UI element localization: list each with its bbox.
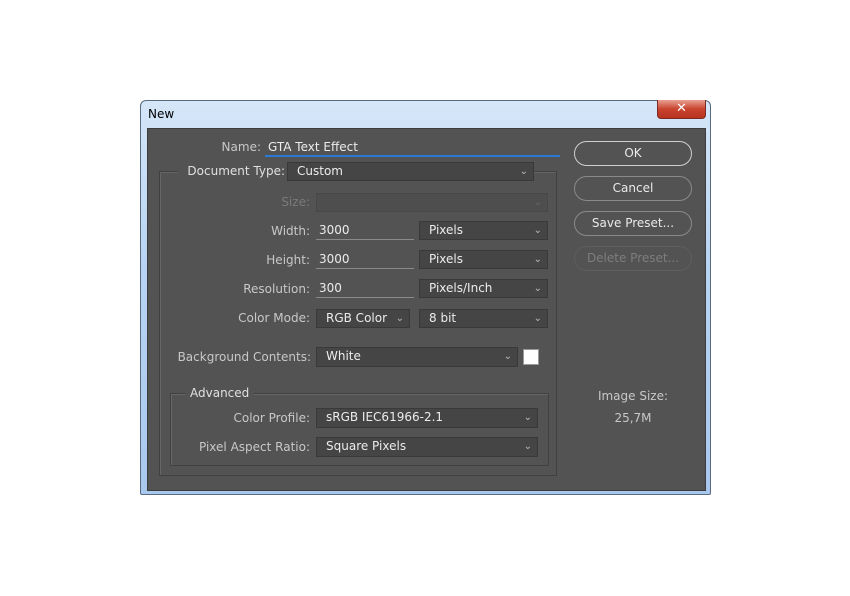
image-size-value: 25,7M (614, 411, 652, 425)
image-size-label: Image Size: (597, 389, 669, 403)
background-contents-select[interactable]: White ⌄ (316, 347, 518, 367)
color-mode-value: RGB Color (326, 311, 388, 325)
background-contents-value: White (326, 349, 361, 363)
color-profile-value: sRGB IEC61966-2.1 (326, 410, 444, 424)
resolution-label: Resolution: (243, 282, 310, 296)
size-label: Size: (281, 195, 310, 209)
save-preset-button[interactable]: Save Preset... (574, 211, 692, 236)
color-mode-label: Color Mode: (238, 311, 310, 325)
width-label: Width: (271, 224, 310, 238)
width-input[interactable]: 3000 (316, 222, 414, 240)
width-unit-value: Pixels (429, 223, 464, 237)
advanced-label: Advanced (185, 386, 255, 400)
ok-button[interactable]: OK (574, 141, 692, 166)
close-button[interactable]: ✕ (657, 100, 706, 119)
bit-depth-select[interactable]: 8 bit ⌄ (419, 309, 548, 328)
background-contents-label: Background Contents: (177, 350, 311, 364)
size-select: ⌄ (316, 193, 548, 212)
chevron-down-icon: ⌄ (533, 283, 542, 294)
chevron-down-icon: ⌄ (533, 225, 542, 236)
name-input[interactable]: GTA Text Effect (265, 139, 560, 157)
document-type-select[interactable]: Custom ⌄ (287, 162, 534, 181)
name-label: Name: (221, 140, 261, 154)
height-unit-select[interactable]: Pixels ⌄ (419, 250, 548, 269)
chevron-down-icon: ⌄ (523, 441, 532, 452)
pixel-aspect-ratio-value: Square Pixels (326, 439, 407, 453)
bit-depth-value: 8 bit (429, 311, 457, 325)
delete-preset-button: Delete Preset... (574, 246, 692, 271)
background-color-swatch[interactable] (523, 349, 539, 365)
color-profile-select[interactable]: sRGB IEC61966-2.1 ⌄ (316, 408, 538, 428)
chevron-down-icon: ⌄ (523, 412, 532, 423)
document-type-value: Custom (297, 164, 343, 178)
color-profile-label: Color Profile: (233, 411, 311, 425)
pixel-aspect-ratio-label: Pixel Aspect Ratio: (199, 440, 310, 454)
resolution-unit-select[interactable]: Pixels/Inch ⌄ (419, 279, 548, 298)
height-input[interactable]: 3000 (316, 251, 414, 269)
height-unit-value: Pixels (429, 252, 464, 266)
chevron-down-icon: ⌄ (503, 351, 512, 362)
resolution-unit-value: Pixels/Inch (429, 281, 493, 295)
document-type-label: Document Type: (178, 164, 288, 178)
dialog-title: New (148, 107, 175, 121)
chevron-down-icon: ⌄ (533, 254, 542, 265)
chevron-down-icon: ⌄ (533, 313, 542, 324)
resolution-input[interactable]: 300 (316, 280, 414, 298)
chevron-down-icon: ⌄ (519, 166, 528, 177)
chevron-down-icon: ⌄ (395, 313, 404, 324)
chevron-down-icon: ⌄ (533, 197, 542, 208)
height-label: Height: (266, 253, 310, 267)
width-unit-select[interactable]: Pixels ⌄ (419, 221, 548, 240)
color-mode-select[interactable]: RGB Color ⌄ (316, 309, 410, 328)
pixel-aspect-ratio-select[interactable]: Square Pixels ⌄ (316, 437, 538, 457)
cancel-button[interactable]: Cancel (574, 176, 692, 201)
